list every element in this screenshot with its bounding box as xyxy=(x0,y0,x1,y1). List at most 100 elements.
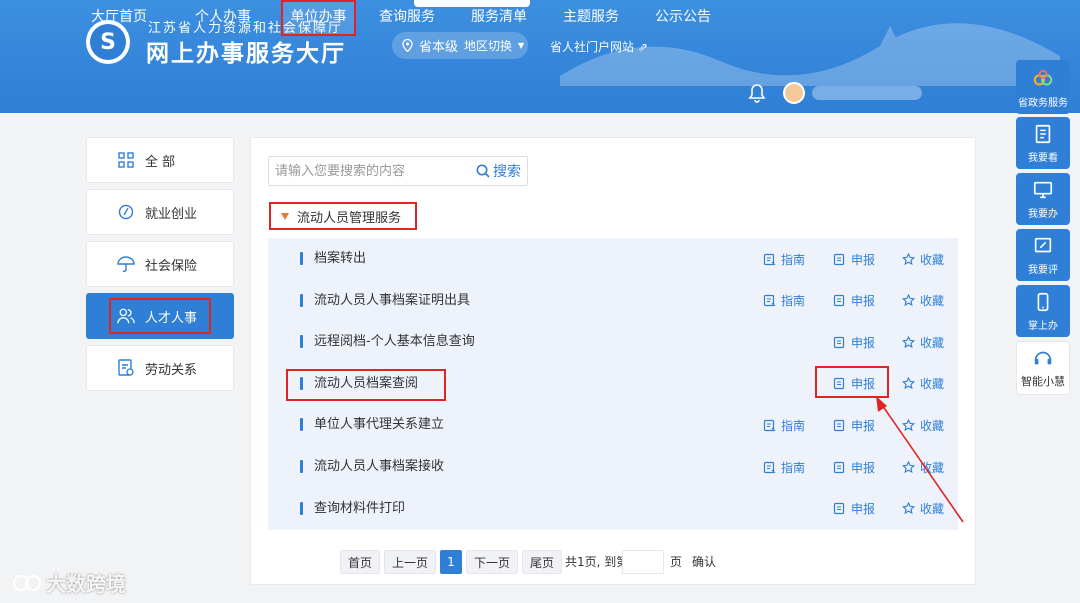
guide-link[interactable]: 指南 xyxy=(763,446,805,488)
service-name[interactable]: 流动人员人事档案接收 xyxy=(314,446,444,488)
pager-current[interactable]: 1 xyxy=(440,550,462,574)
apply-label: 申报 xyxy=(851,502,876,517)
portal-link[interactable]: 省人社门户网站 ⇗ xyxy=(550,38,648,55)
nav-notice[interactable]: 公示公告 xyxy=(650,0,716,34)
service-row[interactable]: 流动人员人事档案接收 指南 申报 收藏 xyxy=(268,446,958,488)
service-row[interactable]: 查询材料件打印 申报 收藏 xyxy=(268,488,958,530)
apply-link[interactable]: 申报 xyxy=(833,404,875,446)
service-name[interactable]: 档案转出 xyxy=(314,238,366,280)
category-labor-relations[interactable]: 劳动关系 xyxy=(86,345,234,391)
service-name[interactable]: 流动人员人事档案证明出具 xyxy=(314,280,470,322)
apply-link[interactable]: 申报 xyxy=(833,446,875,488)
pager-last[interactable]: 尾页 xyxy=(522,550,562,574)
apply-link[interactable]: 申报 xyxy=(833,321,875,363)
favorite-link[interactable]: 收藏 xyxy=(902,280,944,322)
pager-summary: 共1页, 到第 xyxy=(565,555,629,569)
search-box: 搜索 xyxy=(268,156,528,186)
gov-service-logo-icon xyxy=(1033,69,1053,86)
favorite-label: 收藏 xyxy=(920,460,945,475)
site-title: 网上办事服务大厅 xyxy=(146,41,346,67)
nav-theme[interactable]: 主题服务 xyxy=(558,0,624,34)
category-talent-personnel[interactable]: 人才人事 xyxy=(86,293,234,339)
float-do[interactable]: 我要办 xyxy=(1016,173,1070,225)
avatar[interactable] xyxy=(783,82,805,104)
pager-prev[interactable]: 上一页 xyxy=(384,550,436,574)
nav-query[interactable]: 查询服务 xyxy=(374,0,440,34)
favorite-label: 收藏 xyxy=(920,294,945,309)
service-name[interactable]: 查询材料件打印 xyxy=(314,488,405,530)
pager-first[interactable]: 首页 xyxy=(340,550,380,574)
favorite-link[interactable]: 收藏 xyxy=(902,488,944,530)
guide-label: 指南 xyxy=(781,252,806,267)
form-icon xyxy=(833,419,846,432)
apply-link[interactable]: 申报 xyxy=(833,280,875,322)
category-employment[interactable]: 就业创业 xyxy=(86,189,234,235)
star-icon xyxy=(902,460,915,474)
apply-label: 申报 xyxy=(851,418,876,433)
category-social-insurance[interactable]: 社会保险 xyxy=(86,241,234,287)
guide-icon xyxy=(763,253,776,266)
float-gov-service[interactable]: 省政务服务 xyxy=(1016,60,1070,114)
apply-link[interactable]: 申报 xyxy=(833,238,875,280)
caret-down-icon: ▼ xyxy=(518,41,525,50)
nav-personal[interactable]: 个人办事 xyxy=(190,0,256,34)
service-group-title: 流动人员管理服务 xyxy=(297,210,402,226)
service-row[interactable]: 单位人事代理关系建立 指南 申报 收藏 xyxy=(268,404,958,446)
favorite-link[interactable]: 收藏 xyxy=(902,404,944,446)
search-icon xyxy=(476,164,490,178)
service-row[interactable]: 流动人员人事档案证明出具 指南 申报 收藏 xyxy=(268,280,958,322)
search-input[interactable] xyxy=(269,157,465,185)
float-view[interactable]: 我要看 xyxy=(1016,117,1070,169)
highlight-box xyxy=(109,298,211,334)
guide-link[interactable]: 指南 xyxy=(763,280,805,322)
nav-service-list[interactable]: 服务清单 xyxy=(466,0,532,34)
form-icon xyxy=(833,253,846,266)
region-switch-label: 地区切换 xyxy=(464,39,513,53)
guide-icon xyxy=(763,419,776,432)
star-icon xyxy=(902,502,915,515)
search-button[interactable]: 搜索 xyxy=(476,157,521,185)
guide-icon xyxy=(763,461,776,474)
guide-link[interactable]: 指南 xyxy=(763,404,805,446)
service-row[interactable]: 档案转出 指南 申报 收藏 xyxy=(268,238,958,280)
float-label: 我要办 xyxy=(1028,209,1058,220)
form-icon xyxy=(833,461,846,474)
favorite-link[interactable]: 收藏 xyxy=(902,446,944,488)
nav-unit[interactable]: 单位办事 xyxy=(281,0,356,36)
row-marker xyxy=(300,501,303,515)
float-label: 智能小慧 xyxy=(1021,375,1065,388)
favorite-link[interactable]: 收藏 xyxy=(902,363,944,405)
star-icon xyxy=(902,418,915,432)
float-evaluate[interactable]: 我要评 xyxy=(1016,229,1070,281)
guide-link[interactable]: 指南 xyxy=(763,238,805,280)
service-name[interactable]: 单位人事代理关系建立 xyxy=(314,404,444,446)
category-label: 社会保险 xyxy=(145,258,198,274)
service-group-header[interactable]: 流动人员管理服务 xyxy=(269,202,417,230)
bell-icon[interactable] xyxy=(748,83,766,103)
favorite-link[interactable]: 收藏 xyxy=(902,238,944,280)
username-redacted[interactable] xyxy=(812,86,922,100)
form-icon xyxy=(833,502,846,515)
watermark: 大数跨境 xyxy=(12,568,126,597)
external-arrow-icon: ⇗ xyxy=(637,40,648,54)
service-row[interactable]: 远程阅档-个人基本信息查询 申报 收藏 xyxy=(268,321,958,363)
guide-label: 指南 xyxy=(781,460,806,475)
category-label: 就业创业 xyxy=(145,206,198,222)
region-level: 省本级 xyxy=(419,40,459,55)
nav-home[interactable]: 大厅首页 xyxy=(86,0,152,34)
favorite-link[interactable]: 收藏 xyxy=(902,321,944,363)
apply-link[interactable]: 申报 xyxy=(833,488,875,530)
row-marker xyxy=(300,252,303,265)
float-mobile[interactable]: 掌上办 xyxy=(1016,285,1070,337)
book-icon xyxy=(1035,124,1051,144)
headset-icon xyxy=(1034,351,1052,365)
float-label: 掌上办 xyxy=(1028,321,1058,332)
category-all[interactable]: 全 部 xyxy=(86,137,234,183)
float-assistant[interactable]: 智能小慧 xyxy=(1016,341,1070,395)
pager-confirm[interactable]: 确认 xyxy=(692,550,716,574)
umbrella-icon xyxy=(117,255,135,273)
pager-goto-input[interactable] xyxy=(622,550,664,574)
pager-next[interactable]: 下一页 xyxy=(466,550,518,574)
region-selector[interactable]: 省本级 地区切换 ▼ xyxy=(392,32,528,59)
service-name[interactable]: 远程阅档-个人基本信息查询 xyxy=(314,321,475,363)
